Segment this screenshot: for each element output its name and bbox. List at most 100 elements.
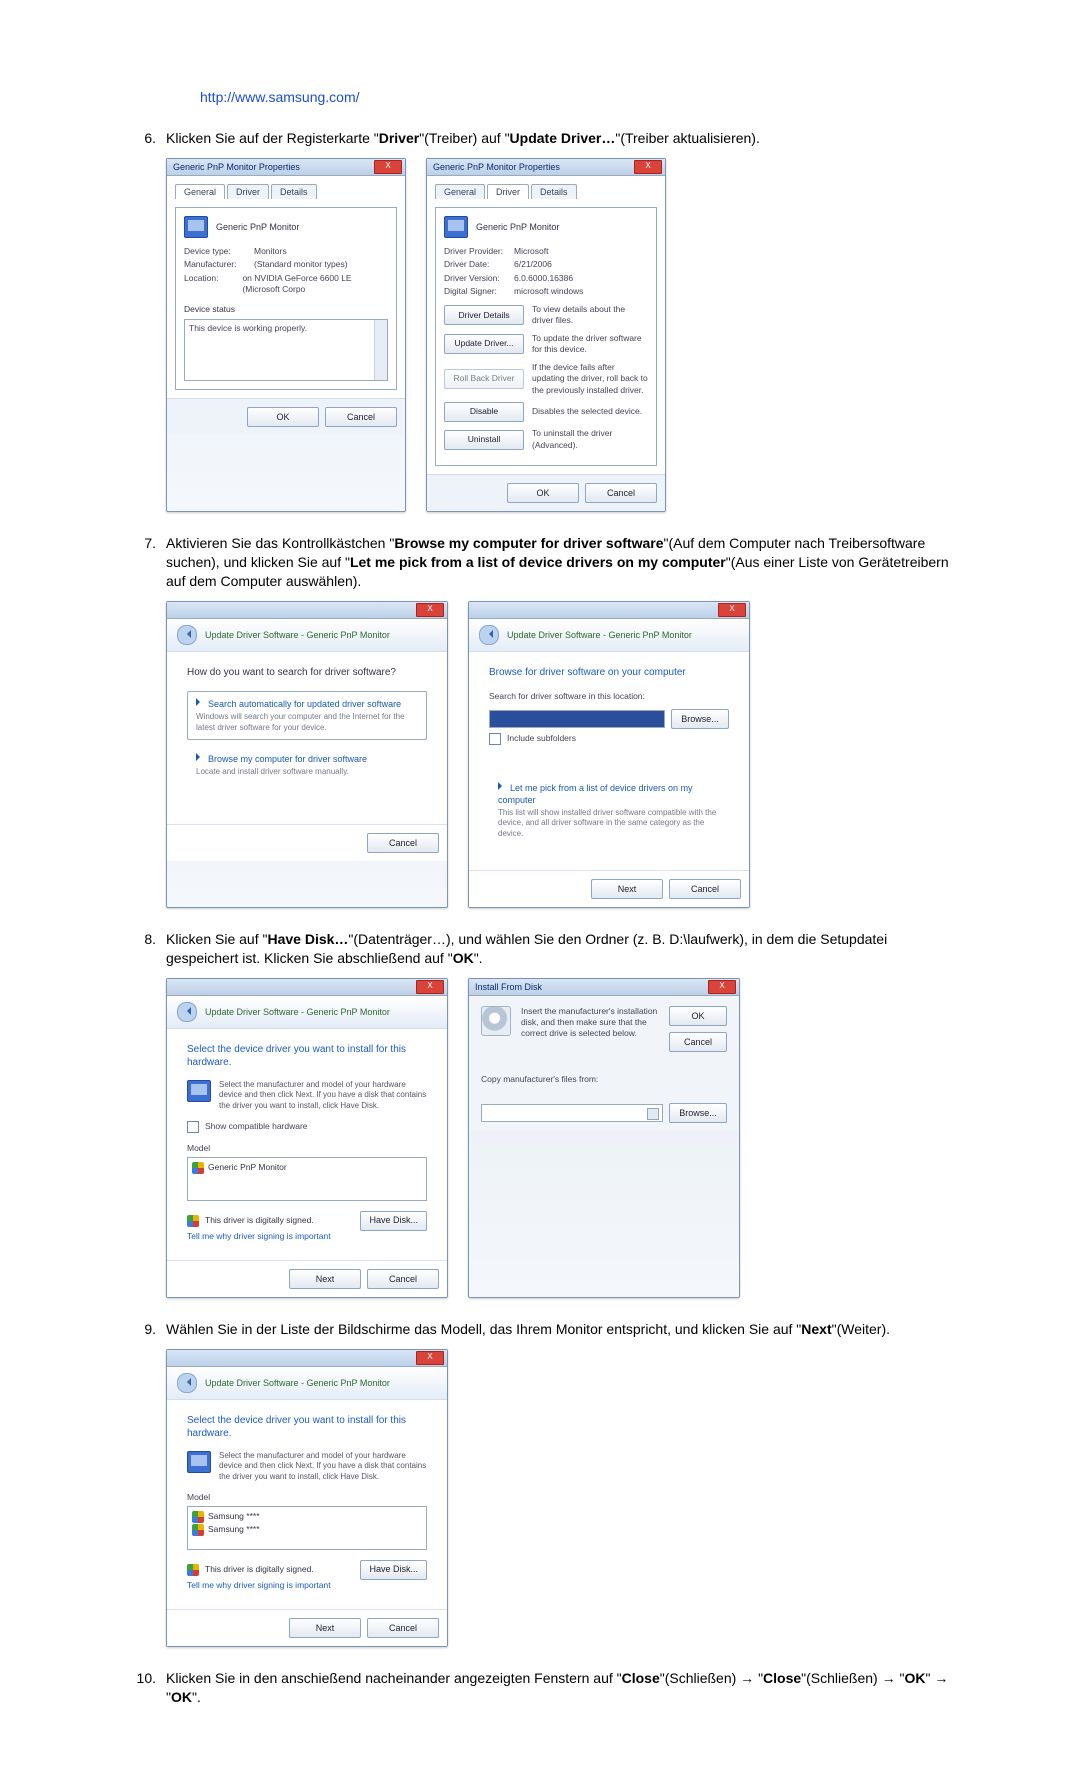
browse-button[interactable]: Browse... [671, 709, 729, 729]
desc: Disables the selected device. [532, 406, 648, 417]
have-disk-button[interactable]: Have Disk... [360, 1560, 427, 1580]
v: 6.0.6000.16386 [514, 273, 573, 284]
install-message: Insert the manufacturer's installation d… [521, 1006, 659, 1039]
option-pick-from-list[interactable]: Let me pick from a list of device driver… [489, 775, 729, 846]
b: Close [763, 1670, 801, 1686]
b: Browse my computer for driver software [394, 535, 663, 551]
wizard-browse-location: X Update Driver Software - Generic PnP M… [468, 601, 750, 908]
tab-general[interactable]: General [175, 184, 225, 199]
tab-general[interactable]: General [435, 184, 485, 199]
ok-button[interactable]: OK [669, 1006, 727, 1026]
have-disk-button[interactable]: Have Disk... [360, 1211, 427, 1231]
wizard-select-driver-generic: X Update Driver Software - Generic PnP M… [166, 978, 448, 1298]
next-button[interactable]: Next [289, 1618, 361, 1638]
wizard-search-options: X Update Driver Software - Generic PnP M… [166, 601, 448, 908]
close-icon[interactable]: X [374, 160, 402, 174]
back-icon[interactable] [177, 625, 197, 645]
list-item-label: Samsung **** [208, 1511, 260, 1522]
t: Klicken Sie auf der Registerkarte " [166, 130, 379, 146]
titlebar: Generic PnP Monitor Properties X [427, 159, 665, 176]
status-textarea[interactable]: This device is working properly. [184, 319, 388, 381]
ok-button[interactable]: OK [507, 483, 579, 503]
option-title: Search automatically for updated driver … [208, 699, 401, 709]
path-dropdown[interactable] [481, 1104, 663, 1122]
tab-details[interactable]: Details [271, 184, 317, 199]
close-icon[interactable]: X [416, 980, 444, 994]
rollback-driver-button[interactable]: Roll Back Driver [444, 369, 524, 389]
include-subfolders-checkbox[interactable]: Include subfolders [489, 733, 729, 745]
signed-row: This driver is digitally signed. Have Di… [187, 1211, 427, 1231]
desc: If the device fails after updating the d… [532, 362, 648, 396]
cancel-button[interactable]: Cancel [367, 1269, 439, 1289]
step9-figures: X Update Driver Software - Generic PnP M… [166, 1349, 960, 1647]
monitor-icon [184, 216, 208, 238]
tab-driver[interactable]: Driver [227, 184, 269, 199]
step-6: 6. Klicken Sie auf der Registerkarte "Dr… [120, 129, 960, 148]
properties-dialog-general: Generic PnP Monitor Properties X General… [166, 158, 406, 512]
option-desc: Windows will search your computer and th… [196, 712, 418, 733]
properties-dialog-driver: Generic PnP Monitor Properties X General… [426, 158, 666, 512]
uninstall-button[interactable]: Uninstall [444, 430, 524, 450]
close-icon[interactable]: X [634, 160, 662, 174]
k: Device type: [184, 246, 254, 257]
close-icon[interactable]: X [416, 1351, 444, 1365]
wizard-heading: Select the device driver you want to ins… [187, 1414, 427, 1441]
desc: To view details about the driver files. [532, 304, 648, 327]
status-label: Device status [184, 304, 388, 315]
t: Klicken Sie auf " [166, 931, 267, 947]
titlebar: Generic PnP Monitor Properties X [167, 159, 405, 176]
show-compatible-checkbox[interactable]: Show compatible hardware [187, 1121, 427, 1133]
cancel-button[interactable]: Cancel [669, 879, 741, 899]
shield-icon [192, 1511, 204, 1523]
t: Wählen Sie in der Liste der Bildschirme … [166, 1321, 801, 1337]
arrow-icon [498, 782, 506, 790]
step-10: 10. Klicken Sie in den anschießend nache… [120, 1669, 960, 1707]
list-item[interactable]: Samsung **** [192, 1511, 422, 1523]
ok-button[interactable]: OK [247, 407, 319, 427]
signed-text: This driver is digitally signed. [205, 1215, 314, 1226]
signing-link[interactable]: Tell me why driver signing is important [187, 1580, 427, 1591]
b: Close [622, 1670, 660, 1686]
back-icon[interactable] [177, 1002, 197, 1022]
tab-driver[interactable]: Driver [487, 184, 529, 199]
browse-button[interactable]: Browse... [669, 1103, 727, 1123]
cancel-button[interactable]: Cancel [325, 407, 397, 427]
samsung-link[interactable]: http://www.samsung.com/ [200, 89, 360, 105]
cancel-button[interactable]: Cancel [367, 1618, 439, 1638]
cancel-button[interactable]: Cancel [367, 833, 439, 853]
scrollbar[interactable] [374, 320, 387, 380]
t: ". [474, 950, 483, 966]
list-item[interactable]: Samsung **** [192, 1524, 422, 1536]
model-list[interactable]: Generic PnP Monitor [187, 1157, 427, 1201]
update-driver-button[interactable]: Update Driver... [444, 334, 524, 354]
close-icon[interactable]: X [416, 603, 444, 617]
monitor-icon [444, 216, 468, 238]
cancel-button[interactable]: Cancel [585, 483, 657, 503]
t: "(Schließen) → " [660, 1670, 763, 1686]
v: Monitors [254, 246, 287, 257]
step-text: Klicken Sie auf der Registerkarte "Drive… [166, 129, 960, 148]
back-icon[interactable] [177, 1373, 197, 1393]
option-auto-search[interactable]: Search automatically for updated driver … [187, 691, 427, 740]
location-field[interactable] [489, 710, 665, 728]
wizard-desc: Select the manufacturer and model of you… [219, 1080, 427, 1111]
close-icon[interactable]: X [718, 603, 746, 617]
step-number: 10. [120, 1669, 166, 1707]
window-title: Install From Disk [469, 981, 548, 993]
disable-button[interactable]: Disable [444, 402, 524, 422]
driver-details-button[interactable]: Driver Details [444, 305, 524, 325]
step-7: 7. Aktivieren Sie das Kontrollkästchen "… [120, 534, 960, 591]
list-item[interactable]: Generic PnP Monitor [192, 1162, 422, 1174]
signing-link[interactable]: Tell me why driver signing is important [187, 1231, 427, 1242]
next-button[interactable]: Next [591, 879, 663, 899]
b: OK [453, 950, 474, 966]
t: "(Treiber) auf " [419, 130, 509, 146]
option-browse-computer[interactable]: Browse my computer for driver software L… [187, 746, 427, 785]
close-icon[interactable]: X [708, 980, 736, 994]
tab-details[interactable]: Details [531, 184, 577, 199]
monitor-icon [187, 1080, 211, 1102]
cancel-button[interactable]: Cancel [669, 1032, 727, 1052]
next-button[interactable]: Next [289, 1269, 361, 1289]
back-icon[interactable] [479, 625, 499, 645]
t: "(Schließen) → " [801, 1670, 904, 1686]
